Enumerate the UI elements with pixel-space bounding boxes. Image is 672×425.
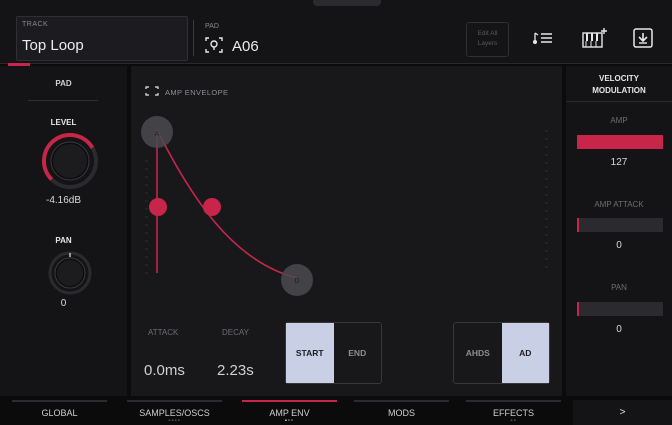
amp-value: 127 [610,157,628,168]
save-download-icon[interactable] [630,26,656,50]
velocity-divider [566,101,672,102]
amp-attack-slider[interactable] [577,218,663,232]
attack-label: ATTACK [148,328,179,337]
pad-location-icon[interactable] [205,37,223,53]
metronome-list-glyph [533,32,552,44]
attack-handle[interactable] [149,198,167,216]
pad-panel-title: PAD [55,79,72,88]
velocity-pan-value: 0 [616,324,622,335]
tab-mods[interactable]: MODS [354,400,449,425]
edit-all-line2: Layers [477,40,498,47]
header-divider [193,20,194,56]
velocity-title-line1: VELOCITY [598,74,639,83]
amp-label: AMP [610,116,628,125]
edit-all-layers-button[interactable]: Edit All Layers [466,22,509,57]
start-end-toggle[interactable]: START END [285,322,382,384]
tab-amp-env[interactable]: AMP ENV ▪▫▫ [242,400,337,425]
pad-panel: PAD LEVEL -4.16dB PAN 0 [0,66,127,396]
left-ticks [145,160,148,274]
level-value: -4.16dB [45,195,82,206]
level-knob[interactable] [42,133,98,189]
pad-panel-divider [28,100,98,101]
pan-value: 0 [60,298,67,309]
tab-amp-env-label: AMP ENV [269,407,310,418]
pad-name[interactable]: A06 [232,38,259,55]
velocity-title-line2: MODULATION [592,86,646,95]
attack-value[interactable]: 0.0ms [144,362,185,379]
tab-samples-oscs-label: SAMPLES/OSCS [139,407,210,418]
decay-curve [156,129,298,279]
keyboard-add-icon[interactable] [582,26,608,50]
right-ticks [545,130,548,268]
track-caption: TRACK [22,21,49,28]
point-d-label: D [294,278,299,285]
tab-samples-oscs[interactable]: SAMPLES/OSCS ▪▪▪▪ [127,400,222,425]
tab-samples-dots: ▪▪▪▪ [168,418,181,424]
velocity-modulation-panel: VELOCITY MODULATION AMP 127 AMP ATTACK 0… [566,66,672,396]
track-name: Top Loop [22,37,84,54]
velocity-pan-label: PAN [611,283,627,292]
tab-amp-env-dots: ▪▫▫ [284,418,295,424]
amp-attack-value: 0 [616,240,622,251]
edit-all-line1: Edit All [477,30,498,37]
top-bar: TRACK Top Loop PAD A06 Edit All Layers [0,0,672,64]
point-a-label: A [155,131,160,138]
tab-global[interactable]: GLOBAL [12,400,107,425]
tab-effects-label: EFFECTS [492,407,534,418]
ahds-button[interactable]: AHDS [454,323,502,383]
end-button[interactable]: END [334,323,382,383]
tab-effects-dots: ▪▪ [510,418,517,424]
amp-envelope-panel: AMP ENVELOPE A D ATTACK 0.0ms DECAY 2.23… [131,66,562,396]
metronome-list-icon[interactable] [530,26,556,50]
tab-effects[interactable]: EFFECTS ▪▪ [466,400,561,425]
top-notch [313,0,381,6]
keyboard-glyph [582,28,607,48]
amp-slider-fill [577,135,663,149]
velocity-modulation-title: VELOCITY MODULATION [566,73,672,97]
amp-attack-zero-marker [577,218,579,232]
ahds-ad-toggle[interactable]: AHDS AD [453,322,550,384]
pan-zero-marker [577,302,579,316]
track-selector[interactable]: TRACK Top Loop [16,16,188,61]
envelope-graph[interactable]: A D [131,66,562,316]
amp-attack-label: AMP ATTACK [594,200,644,209]
level-label: LEVEL [50,118,77,127]
pad-caption: PAD [205,23,219,30]
pan-label: PAN [55,236,72,245]
start-button[interactable]: START [286,323,334,383]
tab-more-button[interactable]: > [573,400,672,425]
bottom-tab-bar: GLOBAL SAMPLES/OSCS ▪▪▪▪ AMP ENV ▪▫▫ MOD… [0,400,672,425]
decay-label: DECAY [222,328,249,337]
amp-slider[interactable] [577,135,663,149]
save-glyph [633,28,653,48]
decay-curve-handle[interactable] [203,198,221,216]
pan-knob[interactable] [48,251,92,295]
decay-value[interactable]: 2.23s [217,362,254,379]
velocity-pan-slider[interactable] [577,302,663,316]
ad-button[interactable]: AD [501,323,549,383]
